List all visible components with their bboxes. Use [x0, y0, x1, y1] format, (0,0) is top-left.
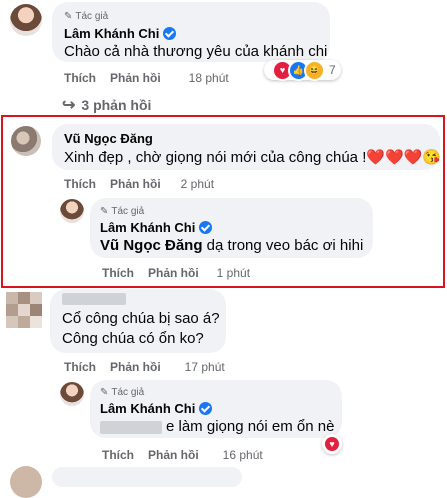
reply-arrow-icon: ↪	[62, 97, 76, 114]
reaction-summary[interactable]: ♥ 👍 😆 7	[264, 59, 341, 81]
reply-button[interactable]: Phản hồi	[110, 71, 161, 85]
mention-link[interactable]: Vũ Ngọc Đăng	[100, 237, 203, 254]
like-button[interactable]: Thích	[64, 177, 96, 191]
comment-text: Xinh đẹp , chờ giọng nói mới của công ch…	[64, 149, 442, 166]
reply-button[interactable]: Phản hồi	[110, 360, 161, 374]
author-badge: ✎ Tác giả	[100, 386, 145, 398]
reply-bubble: ✎ Tác giả Lâm Khánh Chi e làm giọng nói …	[90, 380, 342, 438]
comment-text: Chào cả nhà thương yêu của khánh chi	[64, 43, 328, 60]
comment-time[interactable]: 17 phút	[185, 360, 225, 374]
haha-icon: 😆	[304, 59, 325, 81]
comment-time[interactable]: 18 phút	[189, 71, 229, 85]
pen-icon: ✎	[100, 205, 109, 217]
comment-bubble	[52, 467, 242, 487]
reply-bubble: ✎ Tác giả Lâm Khánh Chi Vũ Ngọc Đăng dạ …	[90, 198, 373, 258]
reply-time[interactable]: 16 phút	[223, 448, 263, 462]
avatar[interactable]	[60, 199, 84, 223]
like-button[interactable]: Thích	[102, 448, 134, 462]
avatar[interactable]	[11, 126, 41, 156]
comment-actions: Thích Phản hồi 2 phút	[64, 177, 214, 191]
reply-actions: Thích Phản hồi 1 phút	[102, 266, 250, 280]
heart-icon: ♥	[325, 437, 339, 451]
reaction-summary[interactable]: ♥	[322, 434, 342, 454]
like-button[interactable]: Thích	[102, 266, 134, 280]
reply-text: e làm giọng nói em ổn nè	[100, 417, 334, 437]
avatar[interactable]	[60, 382, 84, 406]
avatar[interactable]	[10, 4, 42, 36]
comment-time[interactable]: 2 phút	[181, 177, 214, 191]
pen-icon: ✎	[100, 386, 109, 398]
comment-bubble: Cổ công chúa bị sao á? Công chúa có ổn k…	[50, 289, 226, 353]
avatar-pixelated[interactable]	[6, 292, 42, 328]
comment-actions: Thích Phản hồi 17 phút	[64, 360, 225, 374]
verified-icon	[163, 27, 177, 40]
author-badge: ✎ Tác giả	[100, 205, 145, 217]
reaction-count: 7	[329, 63, 336, 77]
reply-time[interactable]: 1 phút	[217, 266, 250, 280]
comment-author[interactable]: Vũ Ngọc Đăng	[64, 131, 153, 146]
comment-author[interactable]: Lâm Khánh Chi	[64, 26, 177, 41]
view-replies-button[interactable]: ↪ 3 phản hồi	[62, 95, 151, 115]
reply-button[interactable]: Phản hồi	[110, 177, 161, 191]
author-name-redacted	[62, 293, 126, 305]
reply-actions: Thích Phản hồi 16 phút	[102, 448, 263, 462]
pen-icon: ✎	[64, 10, 73, 22]
comment-text: Cổ công chúa bị sao á?	[62, 310, 220, 327]
mention-redacted	[100, 420, 162, 434]
author-badge: ✎ Tác giả	[64, 10, 109, 22]
reply-author[interactable]: Lâm Khánh Chi	[100, 220, 213, 235]
comment-text: Công chúa có ổn ko?	[62, 330, 204, 347]
comment-actions: Thích Phản hồi 18 phút	[64, 71, 229, 85]
verified-icon	[199, 402, 213, 415]
comment-bubble: ✎ Tác giả Lâm Khánh Chi Chào cả nhà thươ…	[52, 2, 330, 62]
reply-button[interactable]: Phản hồi	[148, 266, 199, 280]
verified-icon	[199, 221, 213, 234]
reply-button[interactable]: Phản hồi	[148, 448, 199, 462]
like-button[interactable]: Thích	[64, 360, 96, 374]
reply-author[interactable]: Lâm Khánh Chi	[100, 401, 213, 416]
comment-bubble: Vũ Ngọc Đăng Xinh đẹp , chờ giọng nói mớ…	[52, 124, 442, 170]
reply-text: Vũ Ngọc Đăng dạ trong veo bác ơi hihi	[100, 237, 364, 254]
like-button[interactable]: Thích	[64, 71, 96, 85]
